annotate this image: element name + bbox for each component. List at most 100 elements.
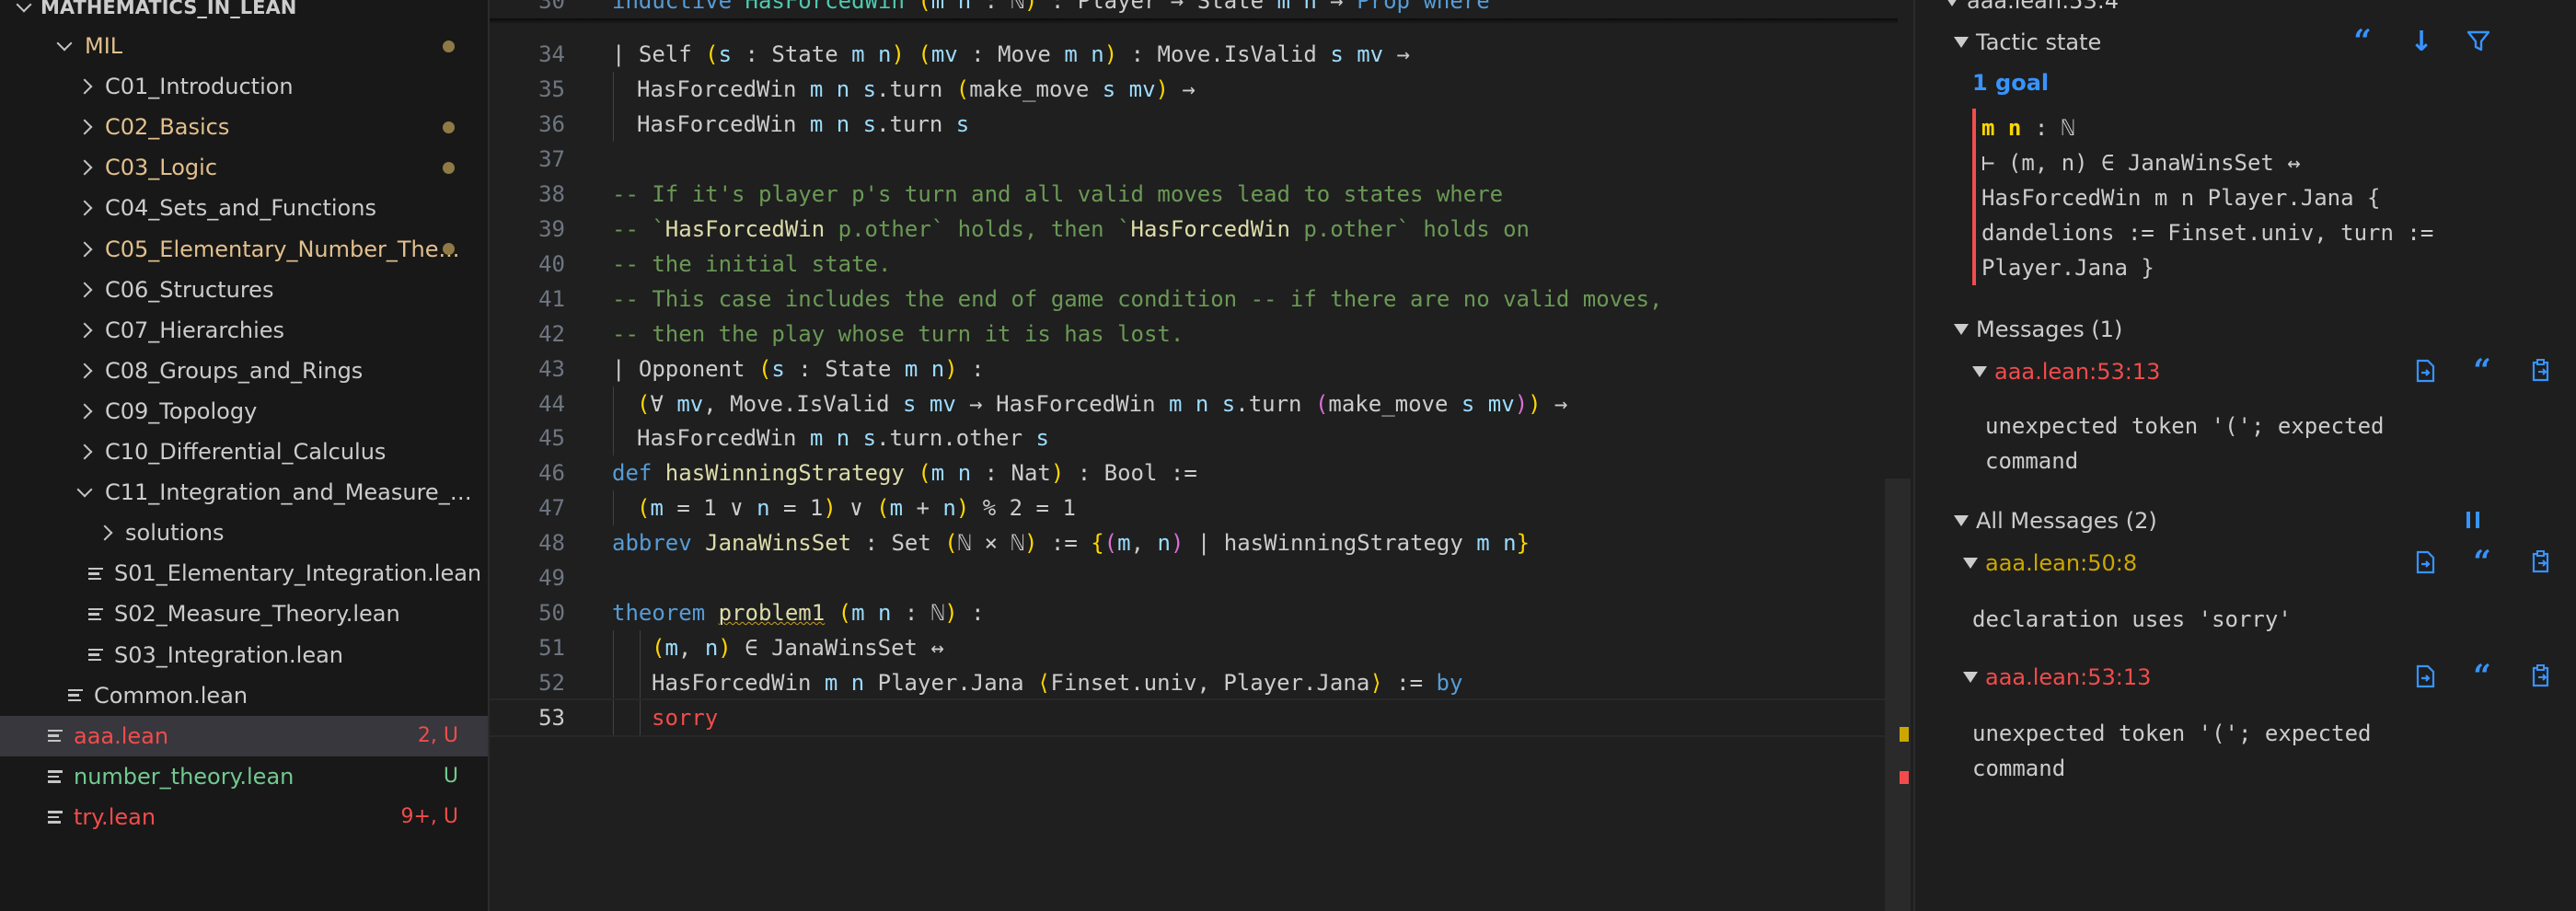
code-line[interactable]: 36 HasForcedWin m n s.turn s bbox=[490, 106, 1889, 142]
message-header[interactable]: aaa.lean:50:8 bbox=[1963, 548, 2137, 578]
code-line[interactable]: 50 theorem problem1 (m n : ℕ) : bbox=[490, 595, 1889, 630]
code-line[interactable]: 46 def hasWinningStrategy (m n : Nat) : B… bbox=[490, 456, 1889, 490]
explorer-root[interactable]: MATHEMATICS_IN_LEAN bbox=[0, 0, 488, 28]
indent-guide bbox=[613, 71, 614, 107]
code-token: , bbox=[677, 635, 705, 662]
message-location[interactable]: aaa.lean:53:13 bbox=[1985, 664, 2151, 690]
tree-folder[interactable]: C11_Integration_and_Measure_The... bbox=[0, 472, 488, 513]
message-text: unexpected token '('; expected bbox=[1985, 413, 2385, 439]
code-token: ⟨ bbox=[1037, 670, 1051, 697]
all-messages-header[interactable]: All Messages (2) bbox=[1954, 506, 2157, 536]
code-line[interactable]: 52 HasForcedWin m n Player.Jana ⟨Finset.u… bbox=[490, 665, 1889, 701]
tactic-state-header[interactable]: Tactic state bbox=[1954, 28, 2101, 57]
tree-folder[interactable]: MIL bbox=[0, 26, 488, 66]
line-number: 36 bbox=[538, 110, 565, 137]
code-line[interactable]: 45 HasForcedWin m n s.turn.other s bbox=[490, 421, 1889, 456]
tree-folder[interactable]: C06_Structures bbox=[0, 270, 488, 310]
tree-file[interactable]: number_theory.lean U bbox=[0, 756, 488, 797]
code-token: m n bbox=[904, 355, 945, 382]
code-line[interactable]: 30 inductive HasForcedWin (m n : ℕ) : Pla… bbox=[490, 0, 1889, 18]
editor-scrollbar[interactable] bbox=[1885, 479, 1911, 911]
code-line[interactable]: 41 -- This case includes the end of game … bbox=[490, 282, 1889, 317]
copy-to-comment-icon[interactable]: “ bbox=[2469, 658, 2495, 695]
code-line[interactable]: 47 (m = 1 ∨ n = 1) ∨ (m + n) % 2 = 1 bbox=[490, 490, 1889, 526]
code-line[interactable]: 37 bbox=[490, 142, 1889, 177]
tree-folder[interactable]: C07_Hierarchies bbox=[0, 310, 488, 351]
tree-file[interactable]: try.lean 9+, U bbox=[0, 797, 488, 837]
tree-folder[interactable]: C05_Elementary_Number_The... bbox=[0, 229, 488, 270]
paste-to-editor-icon[interactable] bbox=[2528, 548, 2554, 576]
line-number: 53 bbox=[538, 705, 565, 732]
tree-folder[interactable]: C03_Logic bbox=[0, 147, 488, 188]
message-header[interactable]: aaa.lean:53:13 bbox=[1972, 357, 2160, 386]
line-number: 34 bbox=[538, 41, 565, 67]
code-token: ) bbox=[944, 355, 958, 382]
code-line[interactable]: 53 sorry bbox=[490, 698, 1890, 738]
tree-folder[interactable]: C02_Basics bbox=[0, 107, 488, 147]
code-token: .turn bbox=[876, 75, 956, 102]
code-line[interactable]: 39 -- `HasForcedWin p.other` holds, then … bbox=[490, 212, 1889, 247]
code-token: ) bbox=[1023, 530, 1038, 557]
copy-to-comment-icon[interactable]: “ bbox=[2469, 544, 2495, 581]
code-token: m n bbox=[930, 460, 972, 487]
code-line[interactable]: 34 | Self (s : State m n) (mv : Move m n)… bbox=[490, 37, 1889, 72]
code-token: ( bbox=[955, 75, 970, 102]
code-line[interactable]: 51 (m, n) ∈ JanaWinsSet ↔ bbox=[490, 630, 1889, 666]
code-token: ) bbox=[1023, 0, 1038, 14]
arrow-down-icon[interactable]: ↓ bbox=[2409, 26, 2434, 58]
code-line[interactable]: 43 | Opponent (s : State m n) : bbox=[490, 352, 1889, 386]
code-token: Prop where bbox=[1357, 0, 1490, 14]
code-token: → bbox=[1383, 41, 1411, 67]
copy-to-comment-icon[interactable]: “ bbox=[2350, 23, 2375, 60]
go-to-file-icon[interactable] bbox=[2412, 548, 2438, 576]
chevron-right-icon bbox=[76, 119, 93, 135]
tree-file[interactable]: S01_Elementary_Integration.lean bbox=[0, 553, 488, 594]
message-header[interactable]: aaa.lean:53:13 bbox=[1963, 663, 2151, 692]
tree-item-label: C08_Groups_and_Rings bbox=[105, 357, 364, 384]
paste-to-editor-icon[interactable] bbox=[2528, 663, 2554, 690]
code-line[interactable]: 48 abbrev JanaWinsSet : Set (ℕ × ℕ) := {(… bbox=[490, 525, 1889, 560]
go-to-file-icon[interactable] bbox=[2412, 357, 2438, 385]
code-line[interactable]: 49 bbox=[490, 560, 1889, 595]
line-number: 48 bbox=[538, 530, 565, 557]
chevron-right-icon bbox=[76, 241, 93, 257]
tree-folder[interactable]: C04_Sets_and_Functions bbox=[0, 188, 488, 228]
messages-header[interactable]: Messages (1) bbox=[1954, 315, 2122, 344]
code-token: -- the initial state. bbox=[612, 250, 892, 277]
tree-folder[interactable]: C09_Topology bbox=[0, 391, 488, 432]
code-token: s bbox=[771, 355, 785, 382]
indent-guide bbox=[640, 630, 641, 666]
code-editor[interactable]: 30 inductive HasForcedWin (m n : ℕ) : Pla… bbox=[490, 0, 1912, 911]
collapse-triangle-icon bbox=[1954, 324, 1969, 335]
code-token: : Move bbox=[957, 41, 1065, 67]
code-token: Finset.univ, Player.Jana bbox=[1050, 670, 1370, 697]
code-line[interactable]: 42 -- then the play whose turn it is has … bbox=[490, 317, 1889, 352]
tree-folder[interactable]: solutions bbox=[0, 513, 488, 553]
code-token: : Bool := bbox=[1064, 460, 1197, 487]
filter-icon[interactable] bbox=[2466, 28, 2491, 55]
tree-folder[interactable]: C08_Groups_and_Rings bbox=[0, 351, 488, 391]
tree-folder[interactable]: C10_Differential_Calculus bbox=[0, 432, 488, 472]
code-token: s mv bbox=[1330, 41, 1384, 67]
code-line[interactable]: 38 -- If it's player p's turn and all val… bbox=[490, 177, 1889, 212]
tree-folder[interactable]: C01_Introduction bbox=[0, 66, 488, 107]
git-status-badge: U bbox=[443, 765, 458, 789]
go-to-file-icon[interactable] bbox=[2412, 663, 2438, 690]
paste-to-editor-icon[interactable] bbox=[2528, 357, 2554, 385]
code-line[interactable]: 44 (∀ mv, Move.IsValid s mv → HasForcedWi… bbox=[490, 386, 1889, 421]
tree-file[interactable]: S03_Integration.lean bbox=[0, 635, 488, 675]
tree-file[interactable]: Common.lean bbox=[0, 675, 488, 716]
tree-file[interactable]: S02_Measure_Theory.lean bbox=[0, 594, 488, 634]
message-location[interactable]: aaa.lean:53:13 bbox=[1994, 359, 2160, 385]
message-location[interactable]: aaa.lean:50:8 bbox=[1985, 550, 2137, 576]
code-token: : Nat bbox=[971, 460, 1051, 487]
copy-to-comment-icon[interactable]: “ bbox=[2469, 352, 2495, 389]
code-line[interactable]: 35 HasForcedWin m n s.turn (make_move s m… bbox=[490, 71, 1889, 107]
code-text: inductive HasForcedWin (m n : ℕ) : Playe… bbox=[612, 0, 1490, 14]
pause-icon[interactable] bbox=[2460, 506, 2486, 534]
code-token: .turn bbox=[1235, 390, 1315, 417]
tree-file[interactable]: aaa.lean 2, U bbox=[0, 715, 488, 756]
code-token: ) bbox=[891, 41, 905, 67]
code-token: ⟩ bbox=[1369, 670, 1383, 697]
code-line[interactable]: 40 -- the initial state. bbox=[490, 247, 1889, 282]
